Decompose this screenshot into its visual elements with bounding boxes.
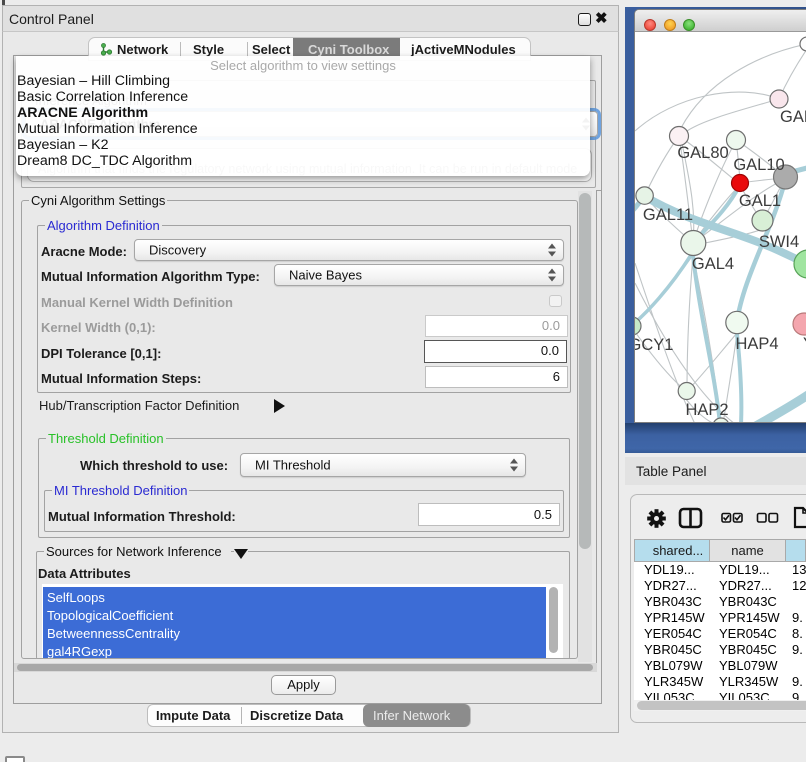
svg-text:GCY1: GCY1 — [635, 336, 673, 354]
svg-text:GAL10: GAL10 — [733, 156, 784, 174]
svg-text:GAL1: GAL1 — [739, 192, 781, 210]
svg-text:GAL7: GAL7 — [780, 108, 806, 126]
svg-text:HAP4: HAP4 — [735, 335, 778, 353]
svg-text:SWI4: SWI4 — [759, 233, 799, 251]
svg-text:GAL11: GAL11 — [643, 206, 693, 224]
svg-text:GAL80: GAL80 — [677, 144, 728, 162]
svg-text:HAP2: HAP2 — [685, 401, 728, 419]
svg-text:GAL4: GAL4 — [692, 255, 734, 273]
